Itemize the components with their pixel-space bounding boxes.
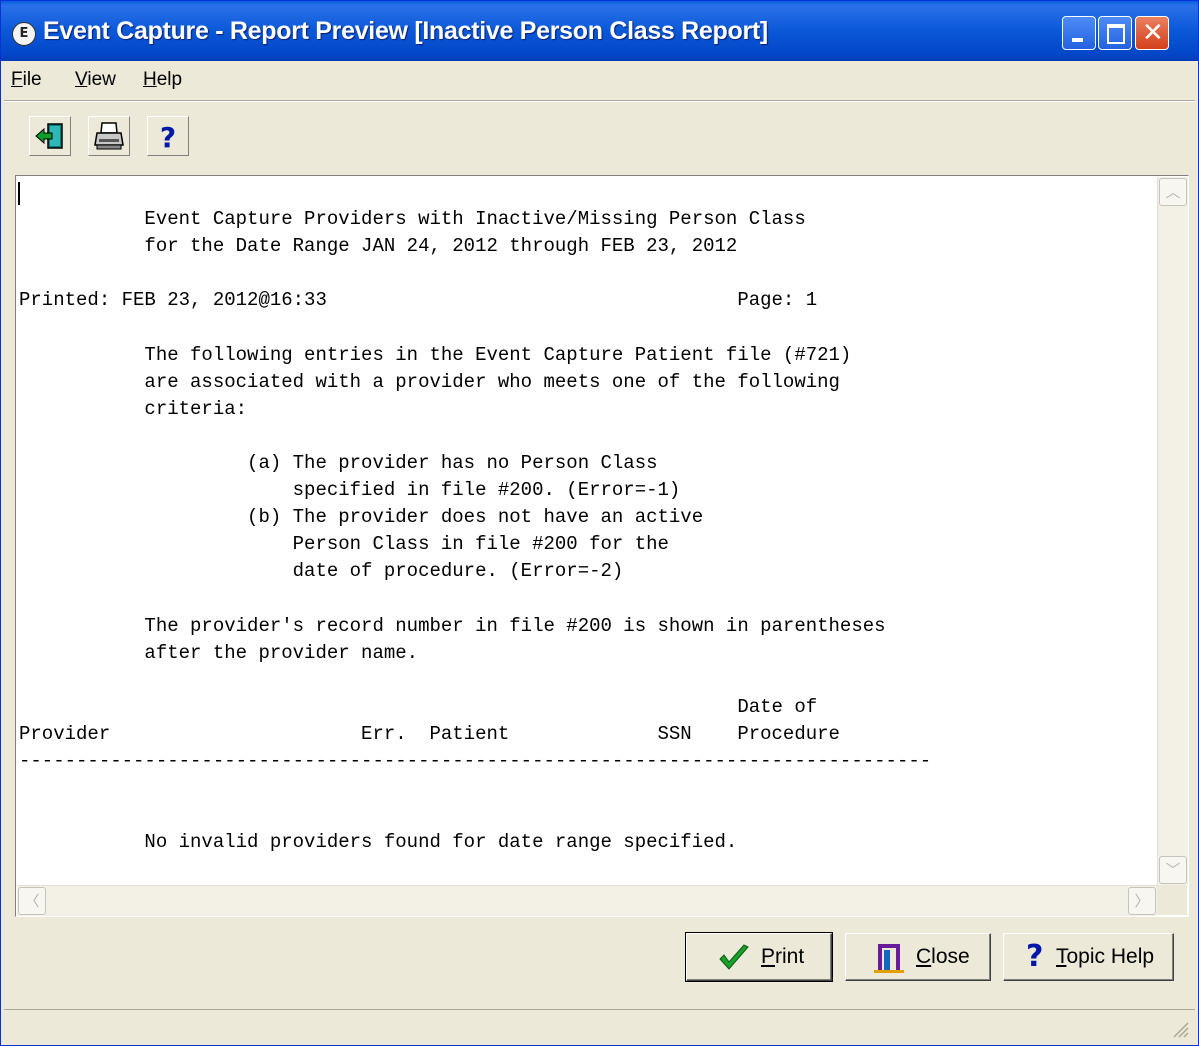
- close-button[interactable]: Close: [845, 933, 991, 981]
- scroll-down-icon[interactable]: ﹀: [1159, 856, 1187, 884]
- menu-help[interactable]: Help: [143, 69, 182, 91]
- print-button[interactable]: Print: [685, 932, 833, 982]
- resize-grip-icon[interactable]: [1171, 1020, 1189, 1038]
- title-bar[interactable]: E Event Capture - Report Preview [Inacti…: [1, 1, 1198, 61]
- menu-file[interactable]: File: [11, 69, 42, 91]
- menu-view[interactable]: View: [75, 69, 116, 91]
- scroll-up-icon[interactable]: ︿: [1159, 178, 1187, 206]
- help-icon: ?: [160, 121, 176, 154]
- status-bar: [4, 1009, 1195, 1044]
- checkmark-icon: [719, 944, 749, 970]
- report-preview-window: E Event Capture - Report Preview [Inacti…: [0, 0, 1199, 1046]
- horizontal-scrollbar[interactable]: 〈 〉: [17, 885, 1157, 916]
- menu-separator: [4, 100, 1195, 102]
- printer-icon: [94, 122, 124, 150]
- print-toolbar-button[interactable]: [88, 116, 130, 156]
- app-icon: E: [12, 22, 36, 46]
- question-mark-icon: ?: [1026, 939, 1044, 974]
- text-cursor: [18, 182, 20, 205]
- window-title: Event Capture - Report Preview [Inactive…: [43, 17, 768, 45]
- exit-icon: [35, 123, 63, 149]
- minimize-button[interactable]: [1062, 16, 1096, 50]
- report-content: Event Capture Providers with Inactive/Mi…: [19, 208, 932, 854]
- door-exit-icon: [874, 944, 904, 973]
- menu-bar: File View Help: [1, 63, 1198, 97]
- svg-text:?: ?: [160, 121, 176, 154]
- exit-button[interactable]: [29, 116, 71, 156]
- scroll-left-icon[interactable]: 〈: [18, 887, 46, 915]
- vertical-scrollbar[interactable]: ︿ ﹀: [1157, 177, 1188, 885]
- close-window-button[interactable]: ✕: [1135, 16, 1169, 50]
- topic-help-button[interactable]: ? Topic Help: [1003, 933, 1174, 981]
- maximize-button[interactable]: [1098, 16, 1132, 50]
- scroll-right-icon[interactable]: 〉: [1128, 887, 1156, 915]
- help-toolbar-button[interactable]: ?: [147, 116, 189, 156]
- scroll-corner: [1157, 885, 1187, 915]
- close-icon: ✕: [1142, 18, 1164, 48]
